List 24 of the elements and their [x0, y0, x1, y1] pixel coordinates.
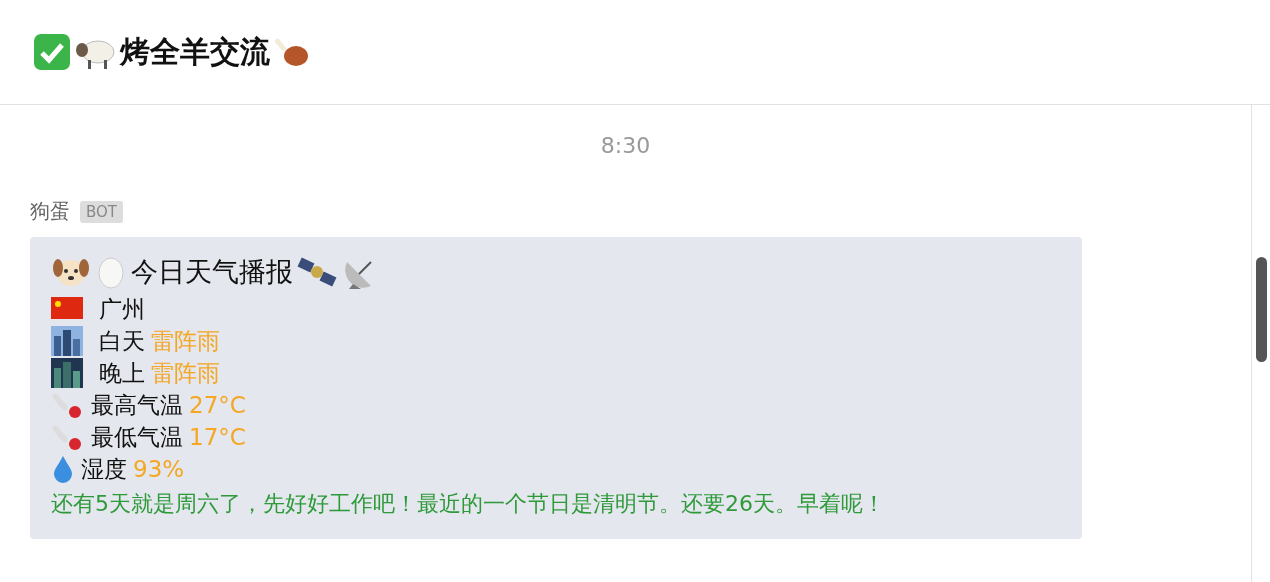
- scrollbar-thumb[interactable]: [1256, 257, 1267, 362]
- weather-value: 雷阵雨: [151, 326, 220, 356]
- message-footer: 还有5天就是周六了，先好好工作吧！最近的一个节日是清明节。还要26天。早着呢！: [51, 489, 1061, 519]
- checkmark-icon: [32, 32, 72, 72]
- message-heading: 今日天气播报: [131, 255, 293, 289]
- weather-value: 雷阵雨: [151, 358, 220, 388]
- cityscape-icon: [51, 326, 83, 356]
- bot-badge: BOT: [80, 200, 123, 223]
- egg-icon: [95, 254, 127, 290]
- weather-label: 晚上: [99, 358, 145, 388]
- weather-label: 广州: [99, 294, 145, 324]
- flag-icon: [51, 297, 83, 321]
- weather-value: 93%: [133, 456, 185, 482]
- weather-value: 27°C: [189, 392, 246, 418]
- weather-value: 17°C: [189, 424, 246, 450]
- weather-label: 最高气温: [91, 390, 183, 420]
- weather-label: 白天: [99, 326, 145, 356]
- droplet-icon: [51, 454, 75, 484]
- chat-title: 烤全羊交流: [120, 32, 270, 71]
- night-city-icon: [51, 358, 83, 388]
- timestamp: 8:30: [599, 132, 652, 158]
- weather-label: 湿度: [81, 454, 127, 484]
- sender-name: 狗蛋: [30, 198, 70, 225]
- weather-label: 最低气温: [91, 422, 183, 452]
